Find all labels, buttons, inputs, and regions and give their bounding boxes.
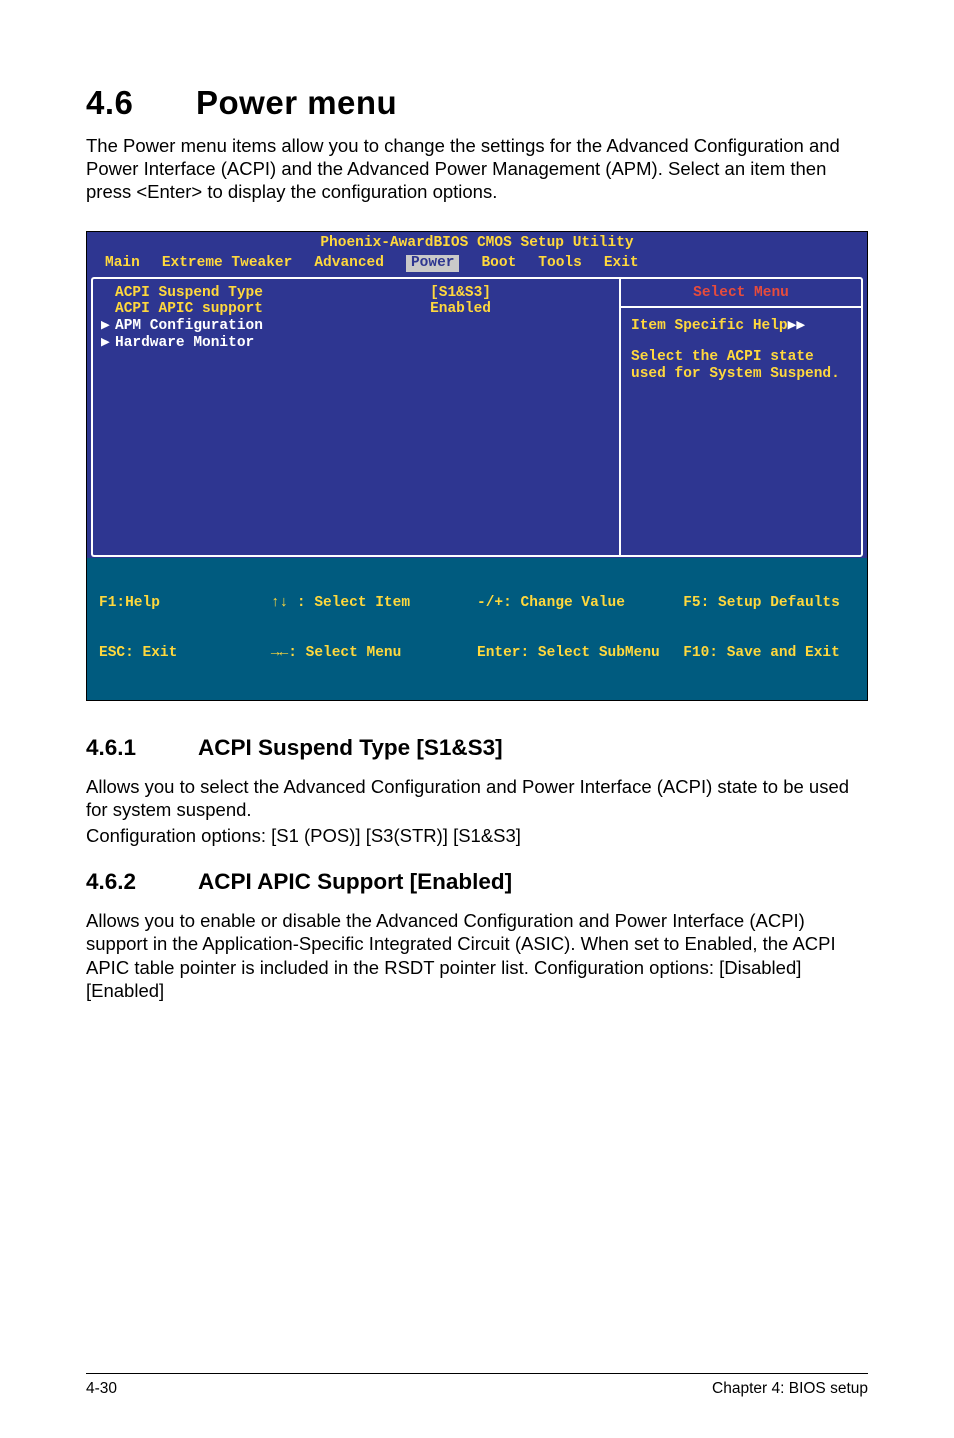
legend-f5: F5: Setup Defaults: [683, 595, 855, 612]
subsection-number: 4.6.2: [86, 869, 198, 895]
bios-help-title: Select Menu: [621, 279, 861, 309]
legend-f10: F10: Save and Exit: [683, 645, 855, 662]
legend-col-1: F1:Help ESC: Exit: [99, 562, 271, 695]
subsection-paragraph: Allows you to select the Advanced Config…: [86, 775, 868, 822]
bios-item[interactable]: ACPI APIC support Enabled: [101, 301, 611, 318]
submenu-icon: ▶: [101, 318, 115, 335]
menu-tools[interactable]: Tools: [538, 255, 582, 272]
bios-help-pane: Select Menu Item Specific Help▶▶ Select …: [619, 277, 863, 557]
chapter-label: Chapter 4: BIOS setup: [712, 1380, 868, 1398]
intro-paragraph: The Power menu items allow you to change…: [86, 134, 868, 203]
subsection-title: ACPI APIC Support [Enabled]: [198, 869, 512, 894]
menu-boot[interactable]: Boot: [481, 255, 516, 272]
footer-divider: [86, 1373, 868, 1374]
bios-legend: F1:Help ESC: Exit ↑↓ : Select Item →←: S…: [87, 558, 867, 700]
subsection-paragraph: Allows you to enable or disable the Adva…: [86, 909, 868, 1002]
bios-left-pane: ACPI Suspend Type [S1&S3] ACPI APIC supp…: [91, 277, 619, 557]
section-heading: 4.6Power menu: [86, 84, 868, 122]
subsection-heading: 4.6.1ACPI Suspend Type [S1&S3]: [86, 735, 868, 761]
page-number: 4-30: [86, 1380, 117, 1398]
subsection-paragraph: Configuration options: [S1 (POS)] [S3(ST…: [86, 824, 868, 847]
legend-col-4: F5: Setup Defaults F10: Save and Exit: [683, 562, 855, 695]
submenu-icon: ▶: [101, 335, 115, 352]
bios-body: ACPI Suspend Type [S1&S3] ACPI APIC supp…: [87, 276, 867, 558]
bios-item-label: Hardware Monitor: [115, 335, 254, 352]
bios-menubar: Main Extreme Tweaker Advanced Power Boot…: [87, 254, 867, 276]
bios-title: Phoenix-AwardBIOS CMOS Setup Utility: [87, 232, 867, 254]
section-title-text: Power menu: [196, 84, 397, 121]
bios-item[interactable]: ▶Hardware Monitor: [101, 335, 611, 352]
legend-esc: ESC: Exit: [99, 645, 271, 662]
bios-help-text: Select the ACPI state used for System Su…: [631, 349, 851, 382]
legend-col-3: -/+: Change Value Enter: Select SubMenu: [477, 562, 683, 695]
bios-item-label: ACPI APIC support: [115, 301, 263, 318]
subsection-number: 4.6.1: [86, 735, 198, 761]
bios-item[interactable]: ACPI Suspend Type [S1&S3]: [101, 285, 611, 302]
menu-extreme-tweaker[interactable]: Extreme Tweaker: [162, 255, 293, 272]
page-footer: 4-30 Chapter 4: BIOS setup: [0, 1373, 954, 1398]
bios-item-label: APM Configuration: [115, 318, 263, 335]
subsection-title: ACPI Suspend Type [S1&S3]: [198, 735, 503, 760]
subsection-heading: 4.6.2ACPI APIC Support [Enabled]: [86, 869, 868, 895]
legend-select-item: ↑↓ : Select Item: [271, 595, 477, 612]
legend-f1: F1:Help: [99, 595, 271, 612]
menu-exit[interactable]: Exit: [604, 255, 639, 272]
bios-item-label: ACPI Suspend Type: [115, 285, 263, 302]
legend-enter: Enter: Select SubMenu: [477, 645, 683, 662]
menu-advanced[interactable]: Advanced: [314, 255, 384, 272]
legend-change-value: -/+: Change Value: [477, 595, 683, 612]
legend-select-menu: →←: Select Menu: [271, 645, 477, 662]
menu-main[interactable]: Main: [105, 255, 140, 272]
bios-item-value: Enabled: [430, 301, 611, 318]
bios-item-value: [S1&S3]: [430, 285, 611, 302]
legend-col-2: ↑↓ : Select Item →←: Select Menu: [271, 562, 477, 695]
bios-screen: Phoenix-AwardBIOS CMOS Setup Utility Mai…: [86, 231, 868, 701]
bios-item[interactable]: ▶APM Configuration: [101, 318, 611, 335]
bios-help-line1: Item Specific Help▶▶: [631, 318, 851, 335]
menu-power[interactable]: Power: [406, 255, 460, 272]
bios-help-body: Item Specific Help▶▶ Select the ACPI sta…: [621, 308, 861, 392]
section-number: 4.6: [86, 84, 196, 122]
help-arrows-icon: ▶▶: [788, 318, 805, 334]
